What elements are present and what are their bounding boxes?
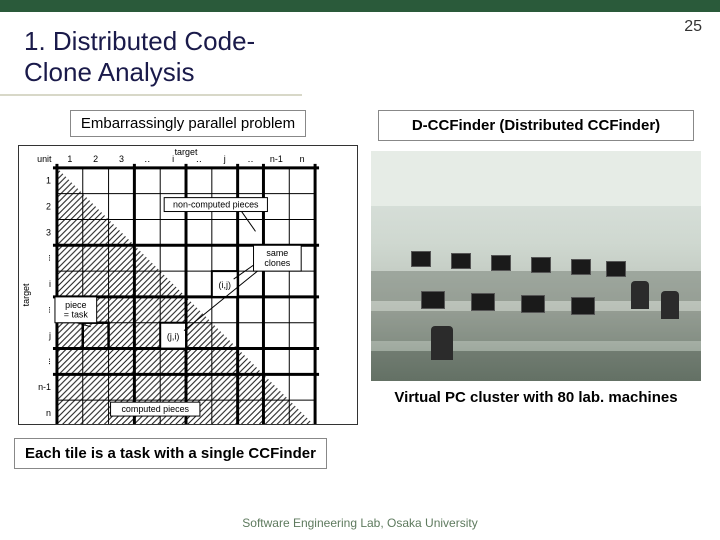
right-column: D-CCFinder (Distributed CCFinder) Virtua… xyxy=(370,110,702,425)
non-computed-label: non-computed pieces xyxy=(173,200,259,210)
left-column: Embarrassingly parallel problem xyxy=(18,110,358,425)
unit-label: unit xyxy=(37,154,52,164)
left-header-box: Embarrassingly parallel problem xyxy=(70,110,306,137)
svg-text:‥: ‥ xyxy=(248,154,254,164)
svg-text:3: 3 xyxy=(119,154,124,164)
svg-text:2: 2 xyxy=(93,154,98,164)
svg-text:n-1: n-1 xyxy=(270,154,283,164)
svg-text:1: 1 xyxy=(67,154,72,164)
svg-text:= task: = task xyxy=(64,310,89,320)
task-grid-diagram: (j,i) (i,j) 1 2 3 ‥ i ‥ j ‥ xyxy=(18,145,358,425)
svg-text:n-1: n-1 xyxy=(38,382,51,392)
svg-text:⁝: ⁝ xyxy=(48,305,51,315)
lab-photo xyxy=(371,151,701,381)
footer-text: Software Engineering Lab, Osaka Universi… xyxy=(0,516,720,530)
svg-text:i: i xyxy=(49,279,51,289)
title-region: 1. Distributed Code-Clone Analysis xyxy=(0,12,720,100)
svg-text:j: j xyxy=(48,331,51,341)
y-axis-label: target xyxy=(21,283,31,306)
svg-text:3: 3 xyxy=(46,227,51,237)
svg-text:⁝: ⁝ xyxy=(48,356,51,366)
svg-text:2: 2 xyxy=(46,202,51,212)
cell-ji-label: (j,i) xyxy=(167,332,179,342)
right-caption: Virtual PC cluster with 80 lab. machines xyxy=(394,389,677,406)
left-caption: Each tile is a task with a single CCFind… xyxy=(14,438,327,469)
svg-text:n: n xyxy=(46,408,51,418)
svg-text:n: n xyxy=(300,154,305,164)
same-clones-label-1: same xyxy=(266,248,288,258)
svg-text:⁝: ⁝ xyxy=(48,253,51,263)
svg-text:1: 1 xyxy=(46,176,51,186)
right-header-box: D-CCFinder (Distributed CCFinder) xyxy=(378,110,693,141)
svg-text:‥: ‥ xyxy=(144,154,150,164)
svg-text:piece: piece xyxy=(65,300,86,310)
slide-top-bar xyxy=(0,0,720,12)
same-clones-label-2: clones xyxy=(264,258,290,268)
slide-title: 1. Distributed Code-Clone Analysis xyxy=(0,12,302,96)
slide-number: 25 xyxy=(684,18,702,36)
svg-text:j: j xyxy=(223,154,226,164)
computed-label: computed pieces xyxy=(121,404,189,414)
x-axis-label: target xyxy=(175,147,198,157)
cell-ij-label: (i,j) xyxy=(219,280,231,290)
content-area: Embarrassingly parallel problem xyxy=(0,100,720,425)
